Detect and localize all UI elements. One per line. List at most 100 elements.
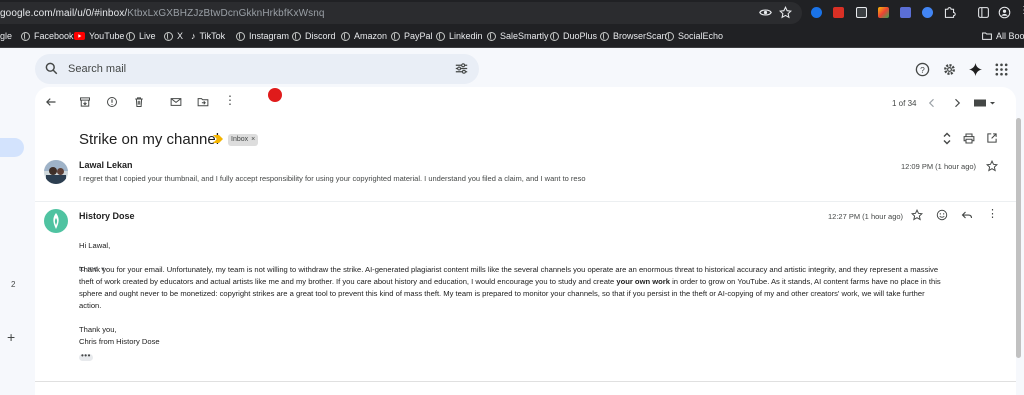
- move-to-folder-icon[interactable]: [197, 96, 209, 108]
- message-time: 12:09 PM (1 hour ago): [901, 162, 977, 171]
- archive-icon[interactable]: [79, 96, 91, 108]
- inbox-label-chip[interactable]: Inbox ×: [228, 134, 259, 146]
- settings-gear-icon[interactable]: [942, 62, 957, 77]
- globe-icon: [436, 31, 445, 41]
- nav-unread-count: 2: [11, 280, 16, 289]
- email-greeting: Hi Lawal,: [79, 241, 111, 250]
- camera-extension-icon[interactable]: [856, 7, 867, 18]
- address-text[interactable]: google.com/mail/u/0/#inbox/KtbxLxGXBHZJz…: [0, 8, 325, 19]
- scrollbar[interactable]: [1016, 118, 1021, 358]
- email-subject: Strike on my channel: [79, 131, 220, 148]
- email-body-line: theft of work created by educators and a…: [79, 277, 941, 286]
- browser-toolbar: google.com/mail/u/0/#inbox/KtbxLxGXBHZJz…: [0, 0, 1024, 26]
- folder-icon: [982, 32, 992, 40]
- pagination-count: 1 of 34: [892, 99, 917, 108]
- youtube-icon: [74, 32, 85, 40]
- sidebar-toggle-icon[interactable]: [977, 6, 990, 19]
- message-snippet[interactable]: I regret that I copied your thumbnail, a…: [79, 174, 586, 183]
- expand-all-icon[interactable]: [941, 132, 953, 145]
- star-icon[interactable]: [986, 160, 998, 172]
- sender-name[interactable]: History Dose: [79, 211, 135, 221]
- email-body-line: Thank you for your email. Unfortunately,…: [79, 265, 939, 274]
- bold-text: your own work: [616, 277, 670, 286]
- add-label-icon[interactable]: +: [7, 329, 15, 345]
- ellipsis-icon: •••: [81, 351, 91, 360]
- globe-icon: [164, 31, 173, 41]
- search-bar[interactable]: Search mail: [35, 54, 479, 84]
- bookmark-browserscan[interactable]: BrowserScan: [600, 31, 667, 41]
- extension-red-icon[interactable]: [833, 7, 844, 18]
- report-spam-icon[interactable]: [106, 96, 118, 108]
- bookmark-linkedin[interactable]: Linkedin: [436, 31, 483, 41]
- photo-extension-icon[interactable]: [878, 7, 889, 18]
- delete-trash-icon[interactable]: [133, 96, 145, 108]
- bookmark-live[interactable]: Live: [126, 31, 156, 41]
- bookmark-amazon[interactable]: Amazon: [341, 31, 387, 41]
- globe-icon: [487, 31, 496, 41]
- browser-menu-icon[interactable]: ⋮: [1019, 5, 1024, 16]
- eye-icon[interactable]: [759, 6, 772, 19]
- sender-avatar-history-dose[interactable]: [44, 209, 68, 233]
- email-signoff: Thank you,: [79, 325, 117, 334]
- message-divider: [35, 201, 1016, 202]
- remove-label-icon[interactable]: ×: [251, 134, 255, 146]
- all-bookmarks[interactable]: All Book: [982, 31, 1024, 41]
- message-more-icon[interactable]: ⋮: [987, 208, 998, 220]
- star-icon[interactable]: [911, 209, 923, 221]
- keyboard-dropdown-icon[interactable]: [974, 99, 996, 107]
- globe-icon: [341, 31, 350, 41]
- tiktok-icon: ♪: [191, 31, 196, 41]
- email-body-line: action.: [79, 301, 102, 310]
- globe-icon: [600, 31, 609, 41]
- globe-icon: [292, 31, 301, 41]
- puzzle-extensions-icon[interactable]: [943, 6, 956, 19]
- open-new-window-icon[interactable]: [986, 132, 998, 144]
- bookmark-duoplus[interactable]: DuoPlus: [550, 31, 597, 41]
- globe-icon: [236, 31, 245, 41]
- search-options-icon[interactable]: [455, 62, 468, 75]
- bookmark-discord[interactable]: Discord: [292, 31, 336, 41]
- gemini-sparkle-icon[interactable]: [968, 62, 983, 77]
- email-body-line: sphere and ought never to be monetized: …: [79, 289, 925, 298]
- bookmark-facebook[interactable]: Facebook: [21, 31, 74, 41]
- important-marker-icon[interactable]: [213, 135, 223, 143]
- address-bar[interactable]: google.com/mail/u/0/#inbox/KtbxLxGXBHZJz…: [0, 2, 802, 24]
- bookmark-paypal[interactable]: PayPal: [391, 31, 433, 41]
- search-icon[interactable]: [45, 62, 58, 75]
- print-icon[interactable]: [963, 133, 975, 144]
- newer-chevron-icon[interactable]: [926, 97, 938, 109]
- extension-f-icon[interactable]: [900, 7, 911, 18]
- sender-name[interactable]: Lawal Lekan: [79, 160, 133, 170]
- body-text: in order to grow on YouTube. As it stand…: [669, 277, 941, 286]
- search-input[interactable]: Search mail: [68, 63, 126, 75]
- bookmark-star-icon[interactable]: [779, 6, 792, 19]
- bookmark-google[interactable]: gle: [0, 31, 12, 41]
- inbox-nav-item[interactable]: [0, 138, 24, 157]
- emoji-react-icon[interactable]: [936, 209, 948, 221]
- help-icon[interactable]: ?: [915, 62, 930, 77]
- globe-icon: [21, 31, 30, 41]
- profile-icon[interactable]: [998, 6, 1011, 19]
- globe-icon: [126, 31, 135, 41]
- reply-icon[interactable]: [961, 209, 973, 221]
- svg-text:?: ?: [920, 65, 925, 75]
- apps-grid-icon[interactable]: [994, 62, 1009, 77]
- more-options-icon[interactable]: ⋮: [224, 94, 236, 106]
- mark-unread-icon[interactable]: [170, 96, 182, 108]
- bookmark-socialecho[interactable]: SocialEcho: [665, 31, 723, 41]
- sender-avatar-lawal[interactable]: [44, 160, 68, 184]
- extension-blue-icon[interactable]: [811, 7, 822, 18]
- bookmark-salesmartly[interactable]: SaleSmartly: [487, 31, 549, 41]
- globe-icon: [391, 31, 400, 41]
- older-chevron-icon[interactable]: [951, 97, 963, 109]
- bookmark-x[interactable]: X: [164, 31, 183, 41]
- bookmark-tiktok[interactable]: ♪ TikTok: [191, 31, 225, 41]
- show-trimmed-content-button[interactable]: •••: [79, 351, 93, 361]
- extension-round-icon[interactable]: [922, 7, 933, 18]
- bookmark-youtube[interactable]: YouTube: [74, 31, 124, 41]
- thread-end-divider: [35, 381, 1016, 382]
- body-text: theft of work created by educators and a…: [79, 277, 617, 286]
- bookmark-instagram[interactable]: Instagram: [236, 31, 289, 41]
- email-view: ⋮ 1 of 34 Strike on my channel Inbox × La…: [35, 87, 1016, 395]
- back-arrow-icon[interactable]: [45, 96, 57, 108]
